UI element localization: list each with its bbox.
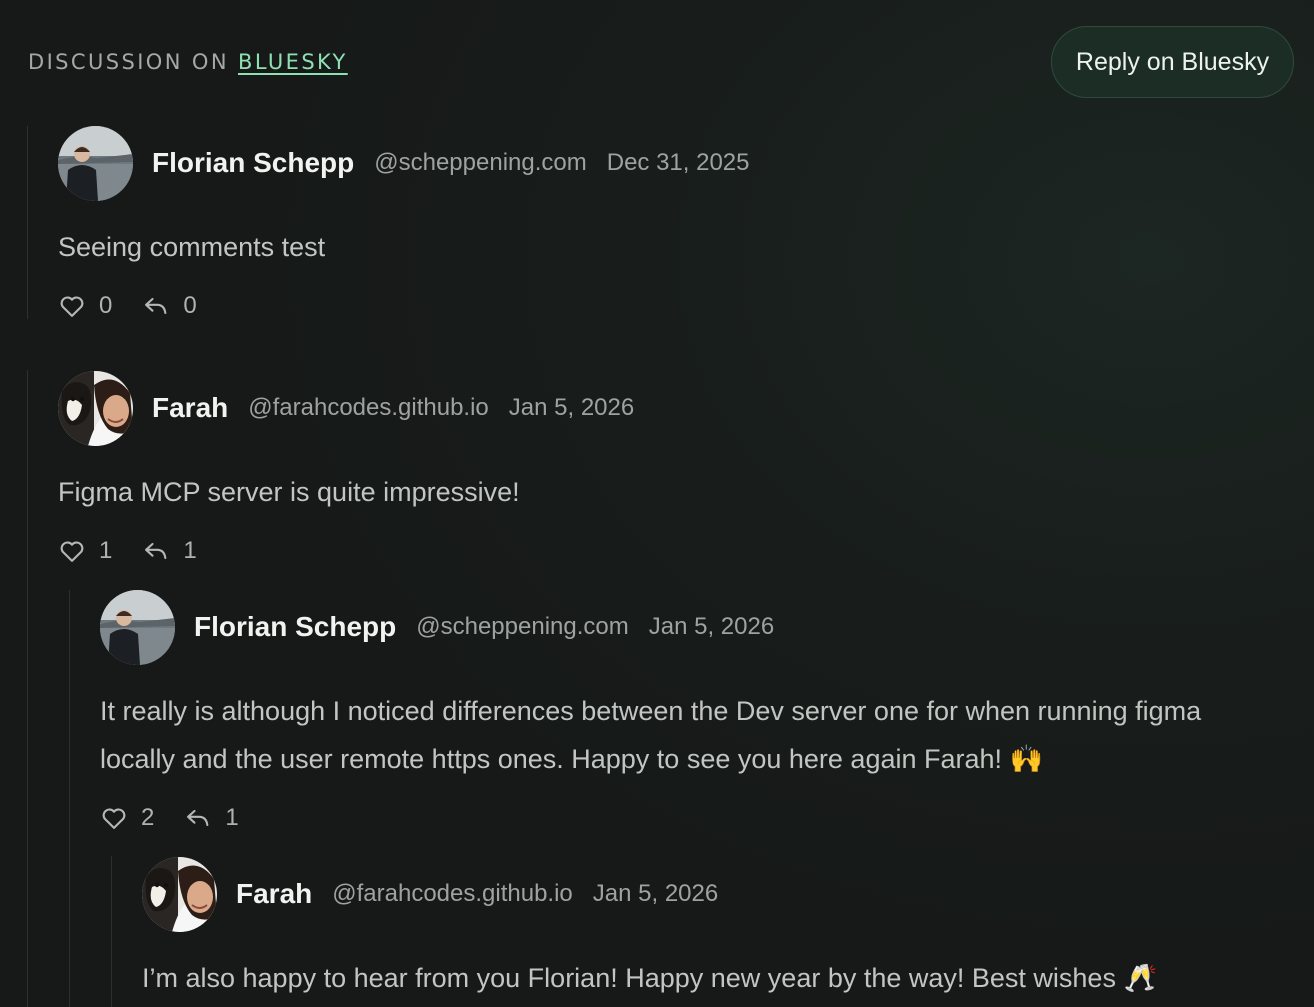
avatar[interactable] bbox=[58, 371, 133, 446]
bluesky-link[interactable]: BLUESKY bbox=[238, 50, 348, 74]
like-count: 2 bbox=[141, 804, 155, 831]
comment-actions: 2 1 bbox=[100, 803, 1290, 833]
author-handle[interactable]: @scheppening.com bbox=[416, 613, 628, 641]
heart-icon bbox=[60, 296, 84, 317]
author-name[interactable]: Florian Schepp bbox=[152, 147, 354, 179]
thread-line bbox=[27, 370, 28, 1007]
heart-icon bbox=[60, 541, 84, 562]
author-handle[interactable]: @scheppening.com bbox=[374, 149, 586, 177]
like-button[interactable]: 2 bbox=[100, 804, 154, 832]
comment-actions: 1 1 bbox=[58, 536, 1238, 566]
post-date[interactable]: Jan 5, 2026 bbox=[649, 613, 774, 641]
comment: Farah @farahcodes.github.io Jan 5, 2026 … bbox=[58, 370, 1238, 566]
reply-count: 1 bbox=[225, 804, 239, 831]
comment-meta: Florian Schepp @scheppening.com Dec 31, … bbox=[58, 125, 1238, 201]
selfie-with-dog-avatar-icon bbox=[142, 857, 217, 932]
comment-meta: Florian Schepp @scheppening.com Jan 5, 2… bbox=[100, 589, 1290, 665]
avatar[interactable] bbox=[100, 590, 175, 665]
comment-meta: Farah @farahcodes.github.io Jan 5, 2026 bbox=[142, 856, 1292, 932]
discussion-header: DISCUSSION ON BLUESKY bbox=[28, 50, 348, 74]
reply-arrow-icon bbox=[145, 297, 167, 315]
thread-line bbox=[69, 590, 70, 1007]
reply-arrow-icon bbox=[145, 542, 167, 560]
avatar[interactable] bbox=[142, 857, 217, 932]
selfie-with-dog-avatar-icon bbox=[58, 371, 133, 446]
comment-meta: Farah @farahcodes.github.io Jan 5, 2026 bbox=[58, 370, 1238, 446]
author-name[interactable]: Farah bbox=[236, 878, 312, 910]
like-count: 1 bbox=[99, 537, 113, 564]
thread-line bbox=[111, 856, 112, 1007]
discussion-header-label: DISCUSSION ON bbox=[28, 50, 229, 74]
thread-line bbox=[27, 126, 28, 319]
post-date[interactable]: Jan 5, 2026 bbox=[593, 880, 718, 908]
avatar[interactable] bbox=[58, 126, 133, 201]
person-photo-avatar-icon bbox=[100, 590, 175, 665]
reply-count: 1 bbox=[183, 537, 197, 564]
post-date[interactable]: Jan 5, 2026 bbox=[509, 394, 634, 422]
reply-button[interactable]: 1 bbox=[142, 537, 197, 565]
comment-text: Seeing comments test bbox=[58, 232, 326, 262]
comment-reply: Farah @farahcodes.github.io Jan 5, 2026 … bbox=[142, 856, 1292, 1002]
reply-count: 0 bbox=[183, 292, 197, 319]
reply-button[interactable]: 0 bbox=[142, 292, 197, 320]
like-button[interactable]: 1 bbox=[58, 537, 112, 565]
author-handle[interactable]: @farahcodes.github.io bbox=[248, 394, 489, 422]
heart-icon bbox=[102, 808, 126, 829]
post-date[interactable]: Dec 31, 2025 bbox=[607, 149, 750, 177]
comment-text: I’m also happy to hear from you Florian!… bbox=[142, 963, 1158, 993]
author-name[interactable]: Farah bbox=[152, 392, 228, 424]
comment-text: It really is although I noticed differen… bbox=[100, 696, 1202, 774]
reply-arrow-icon bbox=[187, 809, 209, 827]
like-button[interactable]: 0 bbox=[58, 292, 112, 320]
comment-actions: 0 0 bbox=[58, 291, 1238, 321]
author-name[interactable]: Florian Schepp bbox=[194, 611, 396, 643]
like-count: 0 bbox=[99, 292, 113, 319]
comment: Florian Schepp @scheppening.com Dec 31, … bbox=[58, 125, 1238, 321]
comment-reply: Florian Schepp @scheppening.com Jan 5, 2… bbox=[100, 589, 1290, 833]
comment-text: Figma MCP server is quite impressive! bbox=[58, 477, 520, 507]
reply-button[interactable]: 1 bbox=[184, 804, 239, 832]
author-handle[interactable]: @farahcodes.github.io bbox=[332, 880, 573, 908]
reply-on-bluesky-button[interactable]: Reply on Bluesky bbox=[1051, 26, 1294, 98]
person-photo-avatar-icon bbox=[58, 126, 133, 201]
